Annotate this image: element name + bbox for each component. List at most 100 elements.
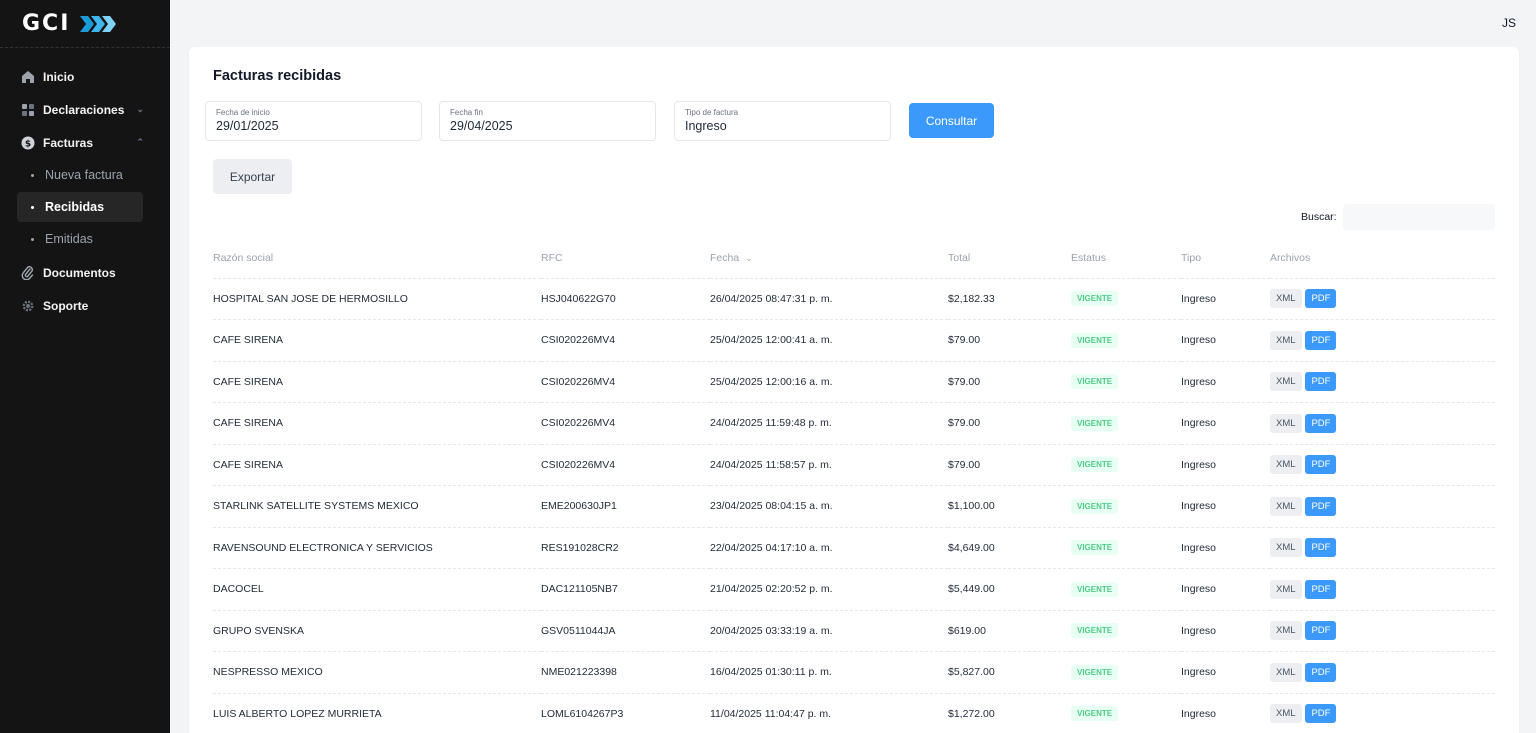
cell-tipo: Ingreso — [1181, 361, 1270, 403]
sidebar-item-soporte[interactable]: Soporte — [0, 289, 170, 322]
cell-total: $2,182.33 — [948, 278, 1071, 320]
table-row[interactable]: RAVENSOUND ELECTRONICA Y SERVICIOS RES191… — [213, 527, 1495, 569]
table-row[interactable]: CAFE SIRENA CSI020226MV4 24/04/2025 11:58:… — [213, 444, 1495, 486]
cell-tipo: Ingreso — [1181, 402, 1270, 445]
xml-download-button[interactable]: XML — [1270, 538, 1302, 558]
xml-download-button[interactable]: XML — [1270, 496, 1302, 516]
cell-total: $1,272.00 — [948, 693, 1071, 733]
cell-fecha: 24/04/2025 11:59:48 p. m. — [710, 402, 948, 445]
cell-archivos: XML PDF — [1270, 402, 1495, 445]
cell-total: $4,649.00 — [948, 527, 1071, 569]
pdf-download-button[interactable]: PDF — [1305, 330, 1337, 350]
pdf-download-button[interactable]: PDF — [1305, 455, 1337, 475]
bullet-icon — [31, 205, 34, 209]
pdf-download-button[interactable]: PDF — [1305, 704, 1337, 724]
exportar-button[interactable]: Exportar — [213, 159, 292, 194]
column-header-estatus[interactable]: Estatus — [1071, 239, 1181, 279]
cell-estatus: VIGENTE — [1071, 485, 1181, 528]
pdf-download-button[interactable]: PDF — [1305, 496, 1337, 516]
table-row[interactable]: LUIS ALBERTO LOPEZ MURRIETA LOML6104267P3… — [213, 693, 1495, 733]
xml-download-button[interactable]: XML — [1270, 330, 1302, 350]
status-badge: VIGENTE — [1071, 498, 1119, 514]
cell-tipo: Ingreso — [1181, 651, 1270, 694]
cell-rfc: CSI020226MV4 — [541, 319, 710, 362]
table-row[interactable]: DACOCEL DAC121105NB7 21/04/2025 02:20:52 p… — [213, 568, 1495, 611]
xml-download-button[interactable]: XML — [1270, 621, 1302, 641]
consultar-button[interactable]: Consultar — [909, 103, 994, 138]
cell-archivos: XML PDF — [1270, 693, 1495, 733]
chevron-down-icon: ⌄ — [136, 104, 144, 114]
field-value: 29/04/2025 — [450, 119, 513, 133]
column-header-fecha[interactable]: Fecha ⌄ — [710, 239, 948, 279]
cell-estatus: VIGENTE — [1071, 278, 1181, 320]
pdf-download-button[interactable]: PDF — [1305, 538, 1337, 558]
table-row[interactable]: CAFE SIRENA CSI020226MV4 25/04/2025 12:00:… — [213, 319, 1495, 362]
table-row[interactable]: STARLINK SATELLITE SYSTEMS MEXICO EME2006… — [213, 485, 1495, 528]
cell-tipo: Ingreso — [1181, 693, 1270, 733]
sidebar-item-inicio[interactable]: Inicio — [0, 60, 170, 93]
table-body: HOSPITAL SAN JOSE DE HERMOSILLO HSJ040622… — [213, 278, 1495, 733]
cell-estatus: VIGENTE — [1071, 319, 1181, 362]
cell-total: $1,100.00 — [948, 485, 1071, 528]
cell-estatus: VIGENTE — [1071, 693, 1181, 733]
cell-archivos: XML PDF — [1270, 278, 1495, 320]
pdf-download-button[interactable]: PDF — [1305, 372, 1337, 392]
table-row[interactable]: GRUPO SVENSKA GSV0511044JA 20/04/2025 03:3… — [213, 610, 1495, 652]
cell-rfc: CSI020226MV4 — [541, 402, 710, 445]
cell-razon-social: DACOCEL — [213, 568, 541, 611]
column-header-total[interactable]: Total — [948, 239, 1071, 279]
cell-fecha: 25/04/2025 12:00:41 a. m. — [710, 319, 948, 362]
column-header-label: Fecha — [710, 252, 740, 265]
pdf-download-button[interactable]: PDF — [1305, 413, 1337, 433]
xml-download-button[interactable]: XML — [1270, 704, 1302, 724]
status-badge: VIGENTE — [1071, 332, 1119, 348]
cell-rfc: CSI020226MV4 — [541, 361, 710, 403]
pdf-download-button[interactable]: PDF — [1305, 579, 1337, 599]
xml-download-button[interactable]: XML — [1270, 579, 1302, 599]
sidebar-nav: Inicio Declaraciones ⌄ $ Facturas ⌃ Nuev… — [0, 48, 170, 322]
column-header-razon-social[interactable]: Razón social — [213, 239, 541, 279]
status-badge: VIGENTE — [1071, 291, 1119, 307]
column-header-tipo[interactable]: Tipo — [1181, 239, 1270, 279]
pdf-download-button[interactable]: PDF — [1305, 289, 1337, 309]
sidebar-item-label: Inicio — [43, 69, 75, 84]
cell-archivos: XML PDF — [1270, 651, 1495, 694]
table-row[interactable]: NESPRESSO MEXICO NME021223398 16/04/2025 0… — [213, 651, 1495, 694]
sidebar-subitem-emitidas[interactable]: Emitidas — [17, 224, 143, 254]
xml-download-button[interactable]: XML — [1270, 372, 1302, 392]
cell-total: $619.00 — [948, 610, 1071, 652]
cell-rfc: HSJ040622G70 — [541, 278, 710, 320]
column-header-rfc[interactable]: RFC — [541, 239, 710, 279]
field-value: Ingreso — [685, 119, 727, 133]
sidebar-item-declaraciones[interactable]: Declaraciones ⌄ — [0, 93, 170, 126]
pdf-download-button[interactable]: PDF — [1305, 621, 1337, 641]
cell-estatus: VIGENTE — [1071, 651, 1181, 694]
table-row[interactable]: CAFE SIRENA CSI020226MV4 24/04/2025 11:59:… — [213, 402, 1495, 445]
xml-download-button[interactable]: XML — [1270, 289, 1302, 309]
search-input[interactable] — [1343, 204, 1495, 230]
fecha-fin-field[interactable]: Fecha fin 29/04/2025 — [439, 101, 656, 141]
sidebar-subitem-nueva-factura[interactable]: Nueva factura — [17, 160, 143, 190]
chevron-up-icon: ⌃ — [136, 137, 144, 147]
cell-archivos: XML PDF — [1270, 361, 1495, 403]
status-badge: VIGENTE — [1071, 457, 1119, 473]
user-avatar[interactable]: JS — [1502, 16, 1516, 30]
cell-tipo: Ingreso — [1181, 610, 1270, 652]
cell-razon-social: RAVENSOUND ELECTRONICA Y SERVICIOS — [213, 527, 541, 569]
cell-estatus: VIGENTE — [1071, 444, 1181, 486]
table-row[interactable]: CAFE SIRENA CSI020226MV4 25/04/2025 12:00:… — [213, 361, 1495, 403]
logo[interactable]: GCI — [0, 0, 170, 48]
xml-download-button[interactable]: XML — [1270, 455, 1302, 475]
sidebar-subitem-recibidas[interactable]: Recibidas — [17, 192, 143, 222]
xml-download-button[interactable]: XML — [1270, 662, 1302, 682]
cell-razon-social: LUIS ALBERTO LOPEZ MURRIETA — [213, 693, 541, 733]
sidebar-item-facturas[interactable]: $ Facturas ⌃ — [0, 126, 170, 159]
tipo-factura-select[interactable]: Tipo de factura Ingreso — [674, 101, 891, 141]
xml-download-button[interactable]: XML — [1270, 413, 1302, 433]
sidebar-item-documentos[interactable]: Documentos — [0, 256, 170, 289]
page-title: Facturas recibidas — [213, 68, 342, 84]
table-row[interactable]: HOSPITAL SAN JOSE DE HERMOSILLO HSJ040622… — [213, 278, 1495, 320]
pdf-download-button[interactable]: PDF — [1305, 662, 1337, 682]
cell-estatus: VIGENTE — [1071, 568, 1181, 611]
fecha-inicio-field[interactable]: Fecha de inicio 29/01/2025 — [205, 101, 422, 141]
